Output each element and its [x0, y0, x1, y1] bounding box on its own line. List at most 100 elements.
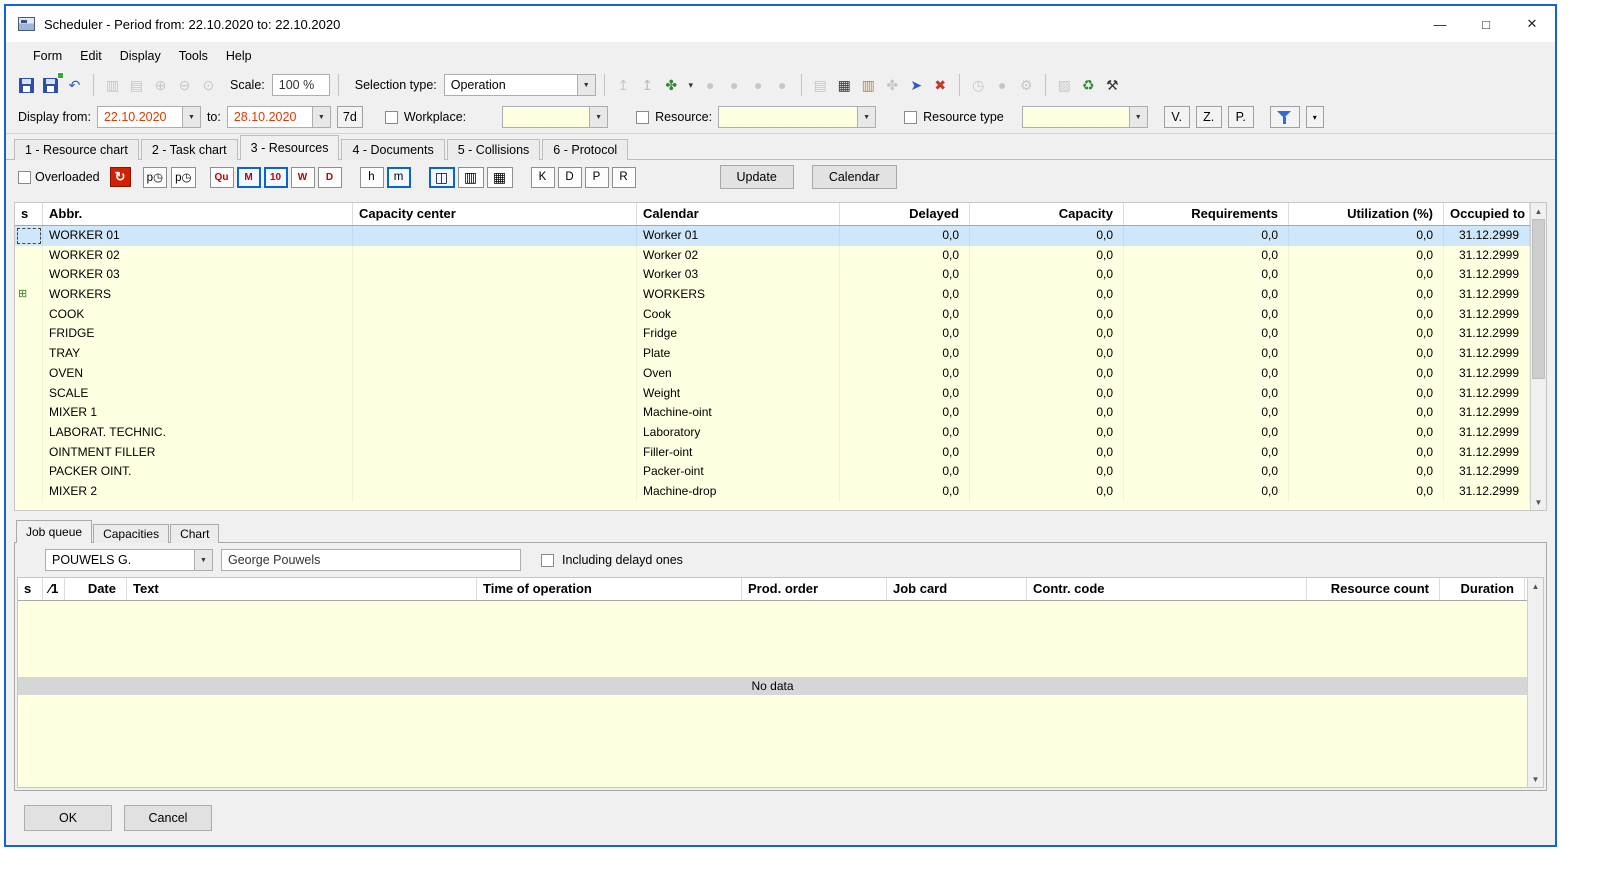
bottom-tab[interactable]: Job queue: [16, 520, 92, 543]
resource-table-scrollbar[interactable]: ▲ ▼: [1530, 203, 1546, 510]
tab[interactable]: 1 - Resource chart: [14, 139, 139, 160]
column-header[interactable]: Utilization (%): [1289, 203, 1444, 225]
cancel-button[interactable]: Cancel: [124, 805, 212, 831]
letter-button[interactable]: R: [612, 167, 636, 188]
person-name-field[interactable]: [221, 549, 521, 571]
table-row[interactable]: FRIDGE Fridge 0,0 0,0 0,0 0,0 31.12.2999: [15, 324, 1530, 344]
save-icon[interactable]: [16, 75, 37, 96]
column-header[interactable]: Time of operation: [477, 578, 742, 600]
promote-icon[interactable]: ↥: [613, 75, 634, 96]
tab[interactable]: 6 - Protocol: [542, 139, 628, 160]
scroll-up-icon[interactable]: ▲: [1528, 578, 1543, 594]
promote-all-icon[interactable]: ↥: [637, 75, 658, 96]
letter-button[interactable]: K: [531, 167, 555, 188]
chart-zoom-icon-2[interactable]: ▤: [126, 75, 147, 96]
save-as-icon[interactable]: [40, 75, 61, 96]
resource-combobox[interactable]: ▼: [718, 106, 876, 128]
chevron-down-icon[interactable]: ▼: [589, 107, 607, 127]
chart-zoom-icon-1[interactable]: ▥: [102, 75, 123, 96]
ok-button[interactable]: OK: [24, 805, 112, 831]
table-row[interactable]: TRAY Plate 0,0 0,0 0,0 0,0 31.12.2999: [15, 344, 1530, 364]
tools-icon[interactable]: ⚒: [1102, 75, 1123, 96]
undo-icon[interactable]: ↶: [64, 75, 85, 96]
person-time-icon-2[interactable]: p◷: [171, 167, 195, 188]
menu-item[interactable]: Tools: [170, 46, 217, 66]
maximize-button[interactable]: □: [1463, 6, 1509, 42]
selection-type-combobox[interactable]: Operation ▼: [444, 74, 596, 96]
chevron-down-icon[interactable]: ▼: [1129, 107, 1147, 127]
unit-toggle[interactable]: m: [387, 167, 411, 188]
refresh-red-icon[interactable]: ↻: [110, 167, 131, 187]
column-header[interactable]: Capacity: [970, 203, 1124, 225]
gears-icon[interactable]: ⚙: [1016, 75, 1037, 96]
bottom-tab[interactable]: Chart: [170, 524, 219, 543]
chevron-down-icon[interactable]: ▼: [182, 107, 200, 127]
table-row[interactable]: PACKER OINT. Packer-oint 0,0 0,0 0,0 0,0…: [15, 462, 1530, 482]
menu-item[interactable]: Help: [217, 46, 261, 66]
period-toggle[interactable]: M: [237, 167, 261, 188]
unpin-icon[interactable]: ✖: [930, 75, 951, 96]
scrollbar-thumb[interactable]: [1532, 219, 1545, 379]
seven-days-button[interactable]: 7d: [337, 106, 363, 128]
tab[interactable]: 5 - Collisions: [447, 139, 541, 160]
update-button[interactable]: Update: [720, 165, 794, 189]
menu-item[interactable]: Form: [24, 46, 71, 66]
period-toggle[interactable]: Qu: [210, 167, 234, 188]
table-row[interactable]: ⊞ WORKERS WORKERS 0,0 0,0 0,0 0,0 31.12.…: [15, 285, 1530, 305]
column-header[interactable]: s: [15, 203, 43, 225]
column-header[interactable]: Prod. order: [742, 578, 887, 600]
column-header[interactable]: ∕1: [43, 578, 65, 600]
chevron-down-icon[interactable]: ▼: [194, 550, 212, 570]
printer-icon[interactable]: ▤: [810, 75, 831, 96]
calendar-button[interactable]: Calendar: [812, 165, 897, 189]
zoom-in-icon[interactable]: ⊕: [150, 75, 171, 96]
column-header[interactable]: Occupied to: [1444, 203, 1530, 225]
menu-item[interactable]: Edit: [71, 46, 111, 66]
table-row[interactable]: MIXER 1 Machine-oint 0,0 0,0 0,0 0,0 31.…: [15, 403, 1530, 423]
letter-button[interactable]: P: [585, 167, 609, 188]
sphere-icon-2[interactable]: ●: [724, 75, 745, 96]
column-header[interactable]: Duration: [1440, 578, 1525, 600]
table-row[interactable]: OINTMENT FILLER Filler-oint 0,0 0,0 0,0 …: [15, 443, 1530, 463]
column-header[interactable]: Capacity center: [353, 203, 637, 225]
period-toggle[interactable]: 10: [264, 167, 288, 188]
table-grid-icon[interactable]: ▦: [834, 75, 855, 96]
view-toggle-icon[interactable]: ◫: [429, 167, 455, 188]
person-combobox[interactable]: POUWELS G. ▼: [45, 549, 213, 571]
v-button[interactable]: V.: [1164, 106, 1190, 128]
column-header[interactable]: Job card: [887, 578, 1027, 600]
scroll-up-icon[interactable]: ▲: [1531, 203, 1546, 219]
sphere-icon-4[interactable]: ●: [772, 75, 793, 96]
column-header[interactable]: Resource count: [1307, 578, 1440, 600]
clock-icon[interactable]: ◷: [968, 75, 989, 96]
scrollbar-track[interactable]: [1528, 594, 1543, 771]
close-button[interactable]: ✕: [1509, 6, 1555, 42]
table-row[interactable]: OVEN Oven 0,0 0,0 0,0 0,0 31.12.2999: [15, 364, 1530, 384]
pin-icon[interactable]: ➤: [906, 75, 927, 96]
job-queue-scrollbar[interactable]: ▲ ▼: [1527, 578, 1543, 787]
column-header[interactable]: Delayed: [840, 203, 970, 225]
filter-funnel-button[interactable]: [1270, 106, 1300, 128]
p-button[interactable]: P.: [1228, 106, 1254, 128]
scale-input[interactable]: [272, 74, 330, 96]
filter-caret-button[interactable]: ▾: [1306, 106, 1324, 128]
bottom-tab[interactable]: Capacities: [93, 524, 169, 543]
display-from-combobox[interactable]: 22.10.2020 ▼: [97, 106, 201, 128]
view-toggle-icon[interactable]: ▦: [487, 167, 513, 188]
unit-toggle[interactable]: h: [360, 167, 384, 188]
table-row[interactable]: SCALE Weight 0,0 0,0 0,0 0,0 31.12.2999: [15, 384, 1530, 404]
z-button[interactable]: Z.: [1196, 106, 1222, 128]
minimize-button[interactable]: —: [1417, 6, 1463, 42]
menu-item[interactable]: Display: [111, 46, 170, 66]
resource-type-checkbox[interactable]: [904, 111, 917, 124]
including-delayed-checkbox[interactable]: [541, 554, 554, 567]
table-row[interactable]: COOK Cook 0,0 0,0 0,0 0,0 31.12.2999: [15, 305, 1530, 325]
period-toggle[interactable]: D: [318, 167, 342, 188]
column-header[interactable]: Calendar: [637, 203, 840, 225]
person-time-icon-1[interactable]: p◷: [143, 167, 167, 188]
view-toggle-icon[interactable]: ▥: [458, 167, 484, 188]
display-to-combobox[interactable]: 28.10.2020 ▼: [227, 106, 331, 128]
picture-icon[interactable]: ▨: [1054, 75, 1075, 96]
table-row[interactable]: WORKER 01 Worker 01 0,0 0,0 0,0 0,0 31.1…: [15, 226, 1530, 246]
chevron-down-icon[interactable]: ▼: [312, 107, 330, 127]
